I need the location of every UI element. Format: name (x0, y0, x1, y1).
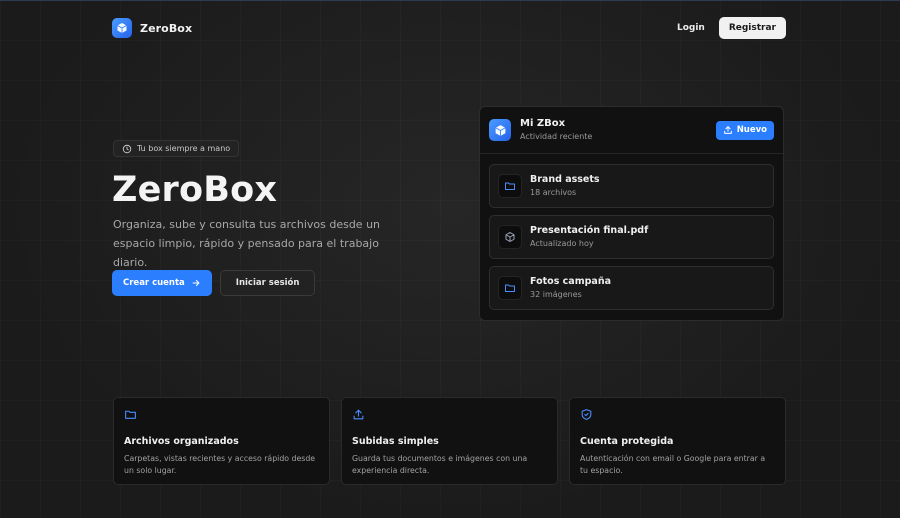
login-link[interactable]: Login (677, 23, 705, 33)
hero-title: ZeroBox (112, 170, 278, 210)
list-item[interactable]: Fotos campaña 32 imágenes (489, 266, 774, 310)
cube-logo-icon (112, 18, 132, 38)
file-name: Brand assets (530, 174, 600, 185)
upload-icon (352, 407, 547, 421)
feature-description: Carpetas, vistas recientes y acceso rápi… (124, 454, 316, 475)
card-header: Mi ZBox Actividad reciente Nuevo (480, 107, 783, 154)
file-meta: 32 imágenes (530, 290, 582, 299)
hero-cta-group: Crear cuenta Iniciar sesión (112, 270, 316, 296)
feature-description: Autenticación con email o Google para en… (580, 454, 766, 475)
new-button[interactable]: Nuevo (715, 120, 774, 140)
new-button-label: Nuevo (736, 125, 767, 135)
feature-card-protected: Cuenta protegida Autenticación con email… (569, 397, 786, 485)
feature-description: Guarda tus documentos e imágenes con una… (352, 454, 528, 475)
file-meta: 18 archivos (530, 188, 577, 197)
folder-icon (498, 174, 522, 198)
file-meta: Actualizado hoy (530, 239, 594, 248)
list-item[interactable]: Presentación final.pdf Actualizado hoy (489, 215, 774, 259)
upload-icon (723, 125, 733, 135)
card-subtitle: Actividad reciente (520, 132, 593, 141)
create-account-label: Crear cuenta (123, 278, 185, 288)
feature-card-uploads: Subidas simples Guarda tus documentos e … (341, 397, 558, 485)
register-button[interactable]: Registrar (718, 17, 786, 39)
sign-in-button[interactable]: Iniciar sesión (219, 270, 316, 296)
create-account-button[interactable]: Crear cuenta (112, 270, 212, 296)
features-row: Archivos organizados Carpetas, vistas re… (113, 397, 786, 485)
feature-title: Archivos organizados (124, 436, 239, 447)
tagline-badge: Tu box siempre a mano (113, 140, 240, 157)
recent-files-list: Brand assets 18 archivos Presentación fi… (480, 154, 783, 310)
folder-icon (498, 276, 522, 300)
zbox-preview-card: Mi ZBox Actividad reciente Nuevo Brand a… (479, 106, 784, 321)
list-item[interactable]: Brand assets 18 archivos (489, 164, 774, 208)
cube-logo-icon (489, 119, 511, 141)
brand[interactable]: ZeroBox (112, 18, 192, 38)
top-navbar: ZeroBox Login Registrar (112, 16, 786, 40)
file-name: Presentación final.pdf (530, 225, 649, 236)
file-name: Fotos campaña (530, 276, 611, 287)
arrow-right-icon (191, 278, 201, 288)
feature-title: Cuenta protegida (580, 436, 674, 447)
window-top-border (0, 0, 900, 1)
shield-icon (580, 407, 775, 421)
folder-icon (124, 407, 319, 421)
card-title: Mi ZBox (520, 118, 566, 129)
header-nav: Login Registrar (677, 17, 786, 39)
hero-subtitle: Organiza, sube y consulta tus archivos d… (113, 218, 381, 269)
brand-name: ZeroBox (140, 21, 193, 35)
feature-card-organized: Archivos organizados Carpetas, vistas re… (113, 397, 330, 485)
feature-title: Subidas simples (352, 436, 439, 447)
cube-icon (498, 225, 522, 249)
tagline-text: Tu box siempre a mano (137, 144, 231, 153)
clock-icon (122, 144, 132, 154)
